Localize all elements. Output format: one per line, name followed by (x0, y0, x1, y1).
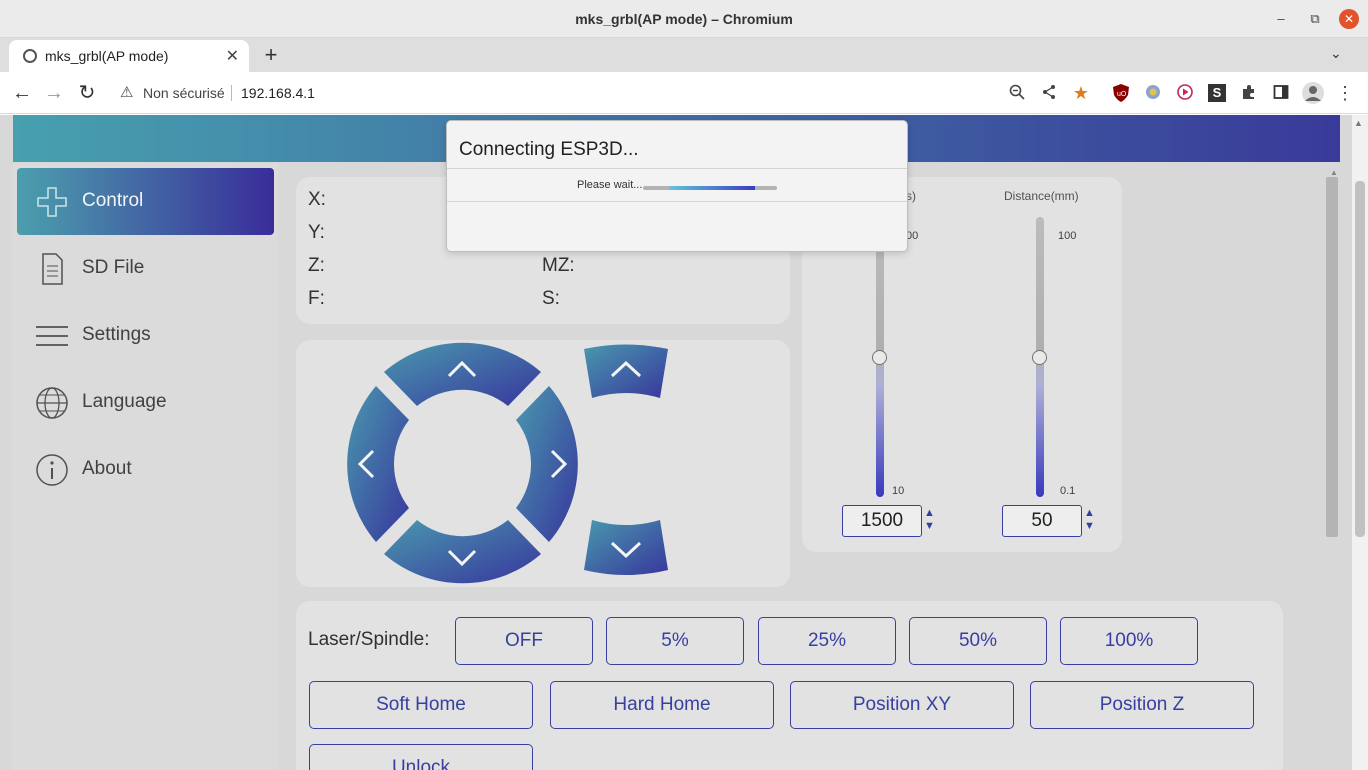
tab-list-chevron-icon[interactable]: ⌄ (1330, 45, 1342, 62)
back-button[interactable]: ← (10, 81, 34, 105)
browser-toolbar: ← → ↻ ⚠ Non sécurisé 192.168.4.1 ★ uO S … (0, 72, 1368, 114)
sidepanel-icon[interactable] (1272, 84, 1290, 102)
dialog-divider (447, 201, 907, 202)
progress-bar (643, 186, 777, 190)
window-title: mks_grbl(AP mode) – Chromium (575, 11, 793, 27)
forward-button[interactable]: → (42, 81, 66, 105)
connecting-dialog: Connecting ESP3D... Please wait... (446, 120, 908, 252)
globe-icon (23, 49, 37, 63)
extension-icon[interactable] (1144, 84, 1162, 102)
minimize-button[interactable]: – (1271, 9, 1291, 29)
dialog-divider (447, 168, 907, 169)
tab-close-icon[interactable]: ✕ (226, 46, 239, 66)
tab-strip: mks_grbl(AP mode) ✕ (0, 38, 1368, 72)
security-status[interactable]: Non sécurisé (143, 85, 225, 101)
omnibox-divider (231, 85, 232, 101)
url-text[interactable]: 192.168.4.1 (241, 85, 315, 101)
warning-icon[interactable]: ⚠ (120, 83, 133, 101)
ublock-icon[interactable]: uO (1112, 84, 1130, 102)
web-page: Control SD File Settings Language About (0, 115, 1368, 770)
bookmark-star-icon[interactable]: ★ (1072, 84, 1090, 102)
svg-text:uO: uO (1117, 91, 1127, 98)
tab-title: mks_grbl(AP mode) (45, 48, 169, 64)
new-tab-button[interactable]: + (260, 42, 282, 68)
share-icon[interactable] (1040, 84, 1058, 102)
progress-bar-fill (669, 186, 755, 190)
page-scrollbar-thumb[interactable] (1355, 181, 1365, 537)
s-extension-icon[interactable]: S (1208, 84, 1226, 102)
puzzle-icon[interactable] (1240, 84, 1258, 102)
menu-icon[interactable]: ⋮ (1336, 84, 1354, 102)
window-titlebar: mks_grbl(AP mode) – Chromium – ⧉ ✕ (0, 0, 1368, 38)
restore-button[interactable]: ⧉ (1305, 9, 1325, 29)
dialog-title: Connecting ESP3D... (459, 139, 639, 160)
browser-tab[interactable]: mks_grbl(AP mode) ✕ (9, 40, 249, 72)
zoom-out-icon[interactable] (1008, 84, 1026, 102)
scroll-up-icon[interactable]: ▲ (1354, 118, 1363, 128)
profile-icon[interactable] (1302, 82, 1324, 104)
dialog-wait-text: Please wait... (577, 179, 643, 191)
reload-button[interactable]: ↻ (75, 81, 99, 105)
close-window-button[interactable]: ✕ (1339, 9, 1359, 29)
media-icon[interactable] (1176, 84, 1194, 102)
